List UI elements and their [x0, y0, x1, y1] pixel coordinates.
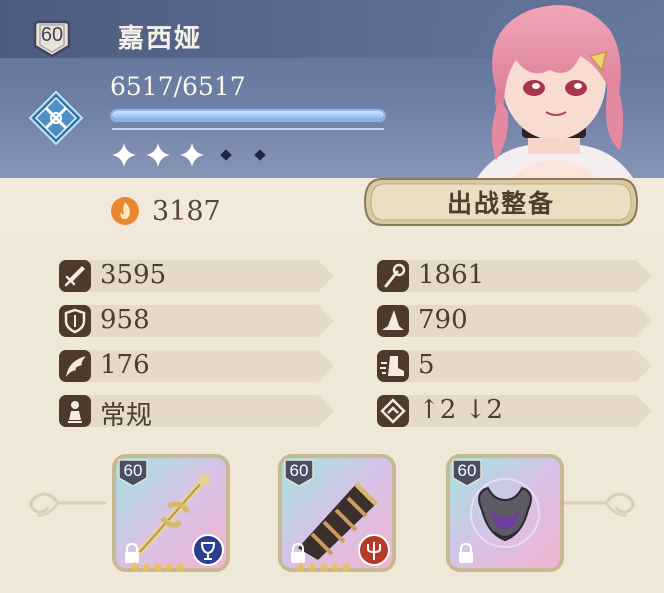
stat-value: 3595	[100, 260, 167, 290]
stat-value: 790	[418, 305, 468, 335]
stat-value: 1861	[418, 260, 485, 290]
equipment-slot[interactable]: 60 ★★★★★	[110, 452, 232, 576]
person-icon	[59, 395, 91, 427]
character-name: 嘉西娅	[118, 24, 203, 54]
stat-value: 5	[418, 350, 435, 380]
stat-row-bg	[58, 395, 334, 427]
right-ornament	[558, 492, 635, 517]
sword-icon	[59, 260, 91, 292]
boot-icon	[377, 350, 409, 382]
combat-power-value: 3187	[152, 196, 221, 227]
stat-speed: 176	[56, 348, 336, 384]
stat-magic-defense: 790	[374, 303, 654, 339]
stat-value: 958	[100, 305, 150, 335]
equipment-level: 60	[289, 461, 309, 480]
character-portrait	[470, 5, 640, 190]
stat-attack: 3595	[56, 258, 336, 294]
equipment-stars: ★★★★★	[294, 558, 353, 576]
shield-icon	[59, 305, 91, 337]
stat-type: 常规	[56, 393, 336, 431]
star-rank	[112, 143, 266, 167]
class-emblem-icon	[28, 90, 84, 146]
stat-magic-attack: 1861	[374, 258, 654, 294]
wing-icon	[59, 350, 91, 382]
staff-icon	[377, 260, 409, 292]
hp-bar	[112, 111, 384, 120]
stat-row-bg	[58, 350, 334, 382]
hp-text: 6517/6517	[110, 72, 246, 101]
stat-value: 176	[100, 350, 150, 380]
left-ornament	[29, 492, 106, 517]
stat-row-bg	[376, 395, 652, 427]
wizard-hat-icon	[377, 305, 409, 337]
stat-defense: 958	[56, 303, 336, 339]
stat-move: 5	[374, 348, 654, 384]
stat-row-bg	[376, 350, 652, 382]
stat-value: 常规	[100, 401, 153, 431]
combat-power-icon	[111, 197, 139, 225]
star-filled-icon	[112, 143, 136, 167]
star-empty-icon	[254, 149, 266, 161]
range-icon	[377, 395, 409, 427]
stat-row-bg	[58, 305, 334, 337]
star-filled-icon	[146, 143, 170, 167]
hp-underline	[112, 128, 384, 130]
equipment-slot[interactable]: 60 ★★★★★	[276, 452, 398, 576]
star-filled-icon	[180, 143, 204, 167]
deploy-button[interactable]: 出战整备	[362, 184, 640, 220]
equipment-level: 60	[457, 461, 477, 480]
hp-bar-fill	[112, 111, 384, 120]
star-empty-icon	[220, 149, 232, 161]
stat-row-bg	[58, 260, 334, 292]
character-level: 60	[40, 24, 64, 46]
equipment-level: 60	[123, 461, 143, 480]
equipment-slot[interactable]: 60	[444, 452, 566, 574]
stat-range: ↑2 ↓2	[374, 393, 654, 429]
stat-row-bg	[376, 260, 652, 292]
stat-row-bg	[376, 305, 652, 337]
stat-value: ↑2 ↓2	[418, 395, 503, 425]
chalice-icon	[192, 534, 224, 566]
equipment-stars: ★★★★★	[128, 558, 187, 576]
character-card: 60 嘉西娅 6517/6517 3187 出战整备 3595 1861 958…	[0, 0, 664, 593]
